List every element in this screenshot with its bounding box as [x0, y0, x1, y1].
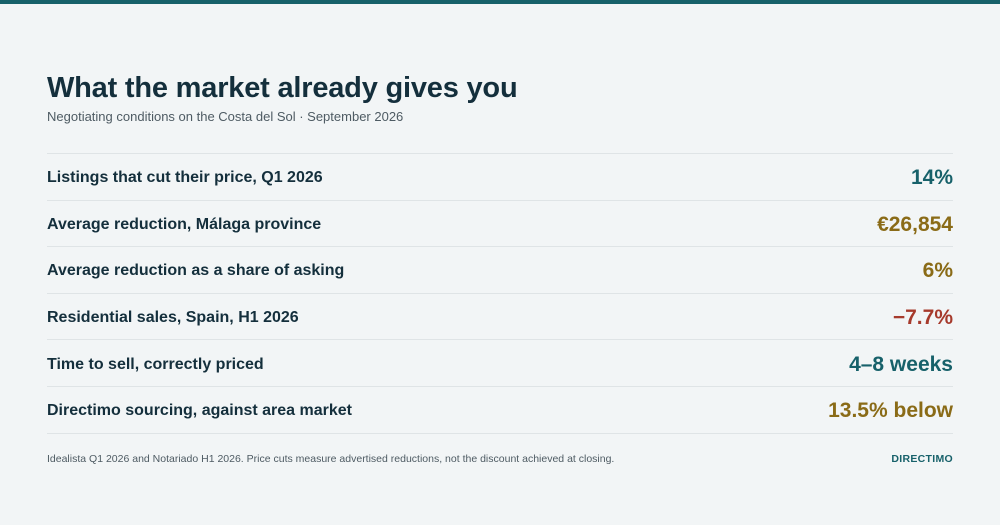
metric-value: −7.7%: [892, 306, 953, 330]
metric-row: Average reduction, Málaga province €26,8…: [47, 201, 953, 248]
metric-value: 14%: [910, 166, 953, 190]
metric-label: Listings that cut their price, Q1 2026: [47, 169, 323, 187]
metric-label: Residential sales, Spain, H1 2026: [47, 309, 299, 327]
metric-row: Average reduction as a share of asking 6…: [47, 247, 953, 294]
metric-value: 6%: [922, 259, 953, 283]
metric-row: Directimo sourcing, against area market …: [47, 387, 953, 434]
metric-row: Listings that cut their price, Q1 2026 1…: [47, 154, 953, 201]
metric-value: 4–8 weeks: [849, 352, 953, 376]
metric-label: Directimo sourcing, against area market: [47, 402, 352, 420]
source-note: Idealista Q1 2026 and Notariado H1 2026.…: [47, 452, 615, 465]
page-subtitle: Negotiating conditions on the Costa del …: [47, 109, 404, 124]
metric-row: Residential sales, Spain, H1 2026 −7.7%: [47, 294, 953, 341]
footer: Idealista Q1 2026 and Notariado H1 2026.…: [47, 453, 953, 465]
metric-label: Time to sell, correctly priced: [47, 355, 264, 373]
page-title: What the market already gives you: [47, 72, 518, 104]
brand-wordmark: DIRECTIMO: [891, 452, 953, 465]
metric-row: Time to sell, correctly priced 4–8 weeks: [47, 340, 953, 387]
metric-label: Average reduction, Málaga province: [47, 215, 322, 233]
metrics-list: Listings that cut their price, Q1 2026 1…: [47, 153, 953, 434]
top-accent-bar: [0, 0, 1000, 4]
metric-label: Average reduction as a share of asking: [47, 262, 345, 280]
market-summary-card: What the market already gives you Negoti…: [47, 70, 953, 465]
metric-value: 13.5% below: [828, 399, 953, 423]
metric-value: €26,854: [877, 212, 953, 236]
